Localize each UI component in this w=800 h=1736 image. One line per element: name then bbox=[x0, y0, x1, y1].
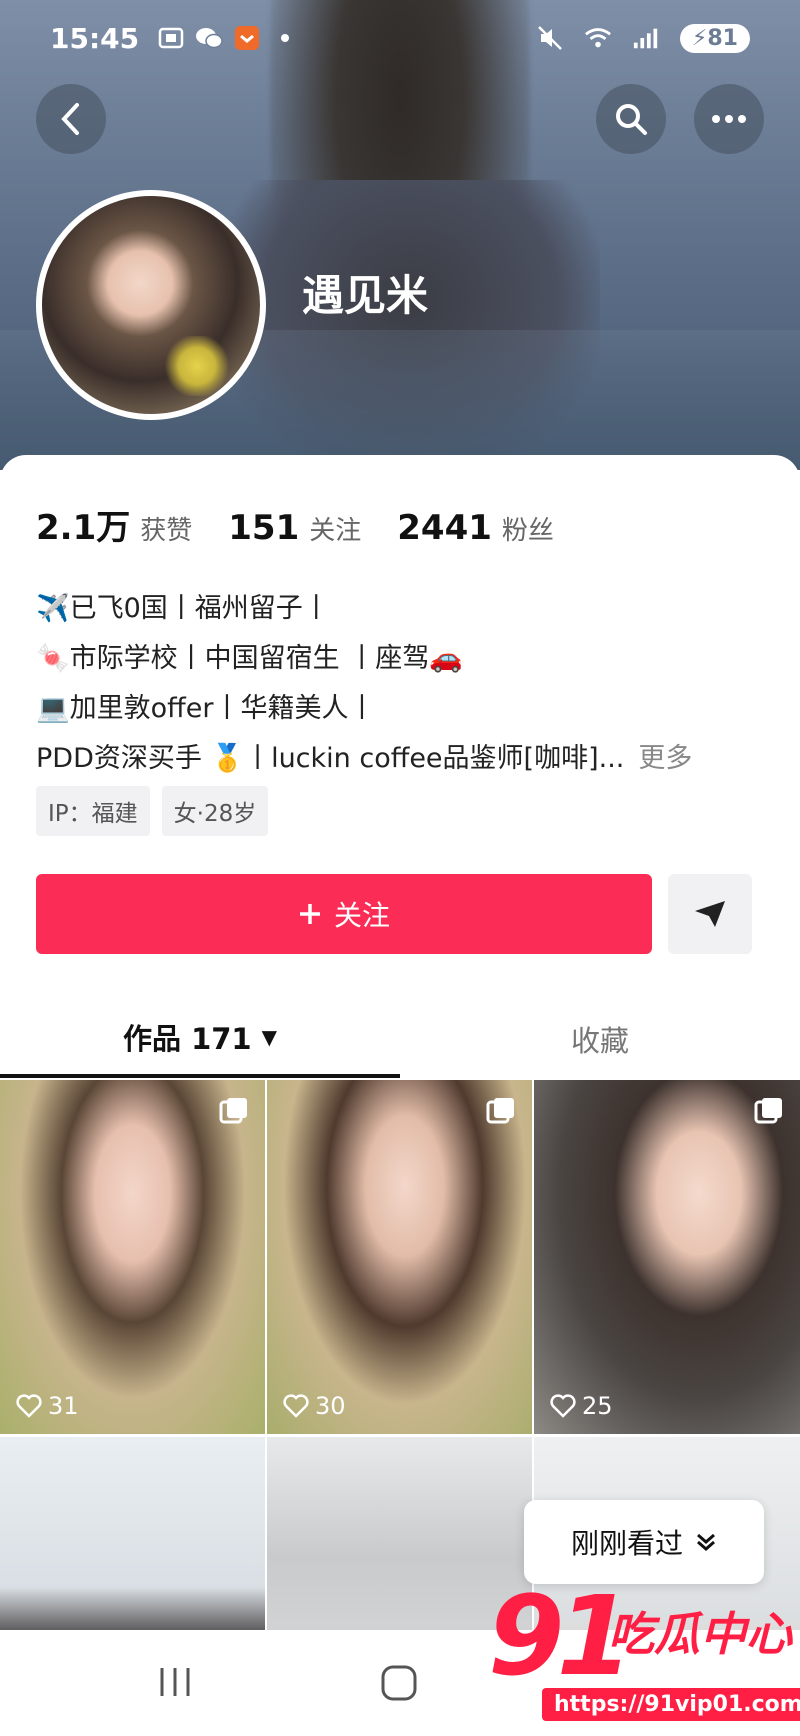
wechat-icon bbox=[195, 26, 223, 50]
watermark-number: 91 bbox=[488, 1572, 633, 1700]
watermark-title: 吃瓜中心 bbox=[608, 1607, 792, 1661]
stat-followers-value: 2441 bbox=[397, 508, 492, 548]
stat-likes[interactable]: 2.1万 获赞 bbox=[36, 500, 192, 549]
watermark-url: https://91vip01.com bbox=[542, 1688, 800, 1721]
profile-tags: IP：福建 女·28岁 bbox=[36, 786, 269, 836]
tab-favorites-label: 收藏 bbox=[570, 1024, 629, 1058]
battery-level: 81 bbox=[707, 25, 738, 51]
video-thumbnail[interactable]: 30 bbox=[267, 1080, 532, 1434]
like-count: 25 bbox=[550, 1392, 613, 1420]
heart-icon bbox=[283, 1394, 309, 1418]
like-count-value: 30 bbox=[315, 1392, 346, 1420]
avatar[interactable] bbox=[36, 190, 266, 420]
battery-indicator: ⚡81 bbox=[679, 23, 750, 53]
multi-image-icon bbox=[219, 1096, 249, 1130]
multi-image-icon bbox=[754, 1096, 784, 1130]
wifi-icon bbox=[584, 26, 612, 50]
plus-icon bbox=[299, 904, 320, 924]
search-icon bbox=[616, 104, 647, 135]
status-time: 15:45 bbox=[50, 21, 140, 55]
like-count: 30 bbox=[283, 1392, 346, 1420]
recent-apps-icon bbox=[160, 1668, 190, 1696]
bio-line: 🍬市际学校丨中国留宿生 丨座驾🚗 bbox=[36, 643, 463, 674]
recent-apps-button[interactable] bbox=[158, 1666, 192, 1702]
bio-line: PDD资深买手 🥇丨luckin coffee品鉴师[咖啡]... 更多 bbox=[36, 734, 692, 784]
stat-followers[interactable]: 2441 粉丝 bbox=[397, 508, 554, 548]
send-icon bbox=[695, 901, 725, 927]
ip-location-tag: IP：福建 bbox=[36, 786, 150, 836]
bio-line-text: PDD资深买手 🥇丨luckin coffee品鉴师[咖啡]... bbox=[36, 743, 625, 774]
mute-icon bbox=[536, 26, 564, 50]
more-options-button[interactable] bbox=[694, 84, 764, 154]
message-button[interactable] bbox=[668, 874, 752, 954]
stat-following[interactable]: 151 关注 bbox=[228, 508, 361, 548]
bio-line: ✈️已飞0国丨福州留子丨 bbox=[36, 593, 330, 624]
tab-works-label: 作品 171 bbox=[122, 1022, 252, 1056]
status-bar: 15:45 ⚡81 bbox=[0, 0, 800, 76]
stat-followers-label: 粉丝 bbox=[501, 516, 554, 546]
like-count-value: 25 bbox=[582, 1392, 613, 1420]
recently-viewed-label: 刚刚看过 bbox=[570, 1527, 683, 1560]
home-icon bbox=[381, 1665, 417, 1701]
chevron-left-icon bbox=[61, 103, 79, 135]
profile-bio: ✈️已飞0国丨福州留子丨 🍬市际学校丨中国留宿生 丨座驾🚗 💻加里敦offer丨… bbox=[36, 584, 692, 784]
stat-following-value: 151 bbox=[228, 508, 300, 548]
back-button[interactable] bbox=[36, 84, 106, 154]
home-button[interactable] bbox=[380, 1664, 418, 1706]
dot-icon bbox=[271, 26, 299, 50]
tab-favorites[interactable]: 收藏 bbox=[400, 1000, 800, 1078]
follow-button-label: 关注 bbox=[333, 899, 390, 932]
profile-name: 遇见米 bbox=[302, 271, 429, 320]
screenshot-icon bbox=[157, 26, 185, 50]
tab-works[interactable]: 作品 171 ▼ bbox=[0, 1000, 400, 1078]
bio-line: 💻加里敦offer丨华籍美人丨 bbox=[36, 693, 376, 724]
heart-icon bbox=[16, 1394, 42, 1418]
signal-icon bbox=[632, 26, 660, 50]
heart-icon bbox=[550, 1394, 576, 1418]
gender-age-tag: 女·28岁 bbox=[161, 786, 269, 836]
content-tabs: 作品 171 ▼ 收藏 bbox=[0, 1000, 800, 1078]
watermark-logo: 91 吃瓜中心 https://91vip01.com bbox=[488, 1572, 800, 1736]
double-chevron-down-icon bbox=[697, 1533, 715, 1551]
stat-likes-value: 2.1万 bbox=[36, 508, 131, 548]
like-count-value: 31 bbox=[48, 1392, 79, 1420]
multi-image-icon bbox=[486, 1096, 516, 1130]
stat-likes-label: 获赞 bbox=[140, 516, 193, 546]
more-dots-icon bbox=[712, 115, 746, 123]
video-thumbnail[interactable]: 25 bbox=[534, 1080, 800, 1434]
follow-button[interactable]: 关注 bbox=[36, 874, 652, 954]
avatar-flowers bbox=[162, 336, 232, 396]
caret-down-icon: ▼ bbox=[261, 1025, 278, 1049]
search-button[interactable] bbox=[596, 84, 666, 154]
bio-more-link[interactable]: 更多 bbox=[638, 743, 692, 774]
like-count: 31 bbox=[16, 1392, 79, 1420]
stat-following-label: 关注 bbox=[309, 516, 362, 546]
app-notification-icon bbox=[233, 26, 261, 50]
profile-stats: 2.1万 获赞 151 关注 2441 粉丝 bbox=[36, 500, 590, 549]
video-thumbnail[interactable]: 31 bbox=[0, 1080, 265, 1434]
